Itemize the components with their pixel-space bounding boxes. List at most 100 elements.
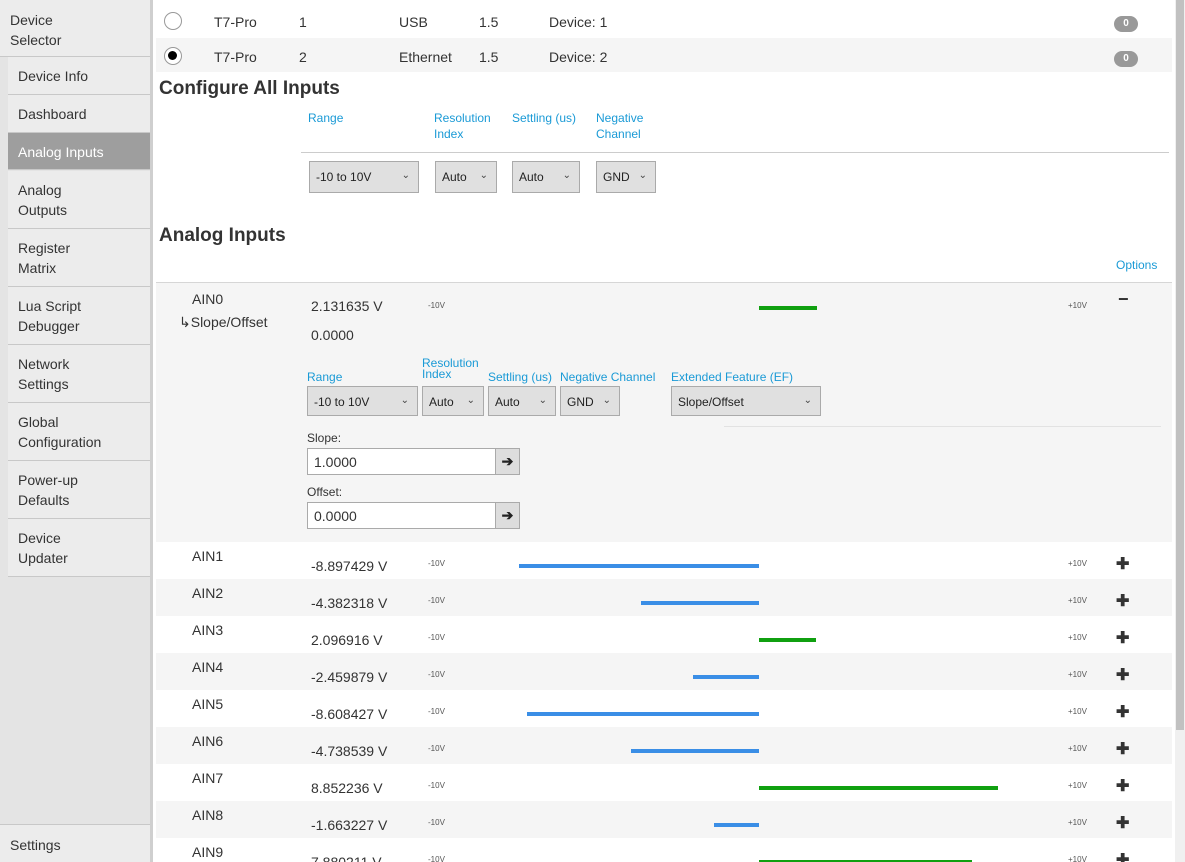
min-tick-label: -10V xyxy=(428,633,445,642)
settling-header[interactable]: Settling (us) xyxy=(488,369,552,385)
expand-plus-icon[interactable]: ✚ xyxy=(1116,554,1129,574)
slope-input-value: 1.0000 xyxy=(314,454,357,470)
sidebar-item-power-up-defaults[interactable]: Power-up Defaults xyxy=(8,461,150,519)
collapse-minus-icon[interactable]: − xyxy=(1118,289,1129,310)
chevron-down-icon: ⌄ xyxy=(538,395,547,406)
ain-row-ain5[interactable]: AIN5 -8.608427 V -10V +10V ✚ xyxy=(156,690,1172,727)
ain0-resolution-select[interactable]: Auto ⌄ xyxy=(422,386,484,416)
ain-name: AIN8 xyxy=(192,807,224,823)
range-select-value: -10 to 10V xyxy=(316,170,372,184)
ain-name: AIN6 xyxy=(192,733,224,749)
ain-value-bar xyxy=(518,564,759,568)
offset-input-value: 0.0000 xyxy=(314,508,357,524)
ain0-range-select[interactable]: -10 to 10V ⌄ xyxy=(307,386,418,416)
ain-row-ain3[interactable]: AIN3 2.096916 V -10V +10V ✚ xyxy=(156,616,1172,653)
chevron-down-icon: ⌄ xyxy=(803,395,812,406)
chevron-down-icon: ⌄ xyxy=(479,170,488,181)
slope-input[interactable]: 1.0000 xyxy=(307,448,496,475)
ain-value: 7.880211 V xyxy=(311,854,382,862)
ain-row-ain7[interactable]: AIN7 8.852236 V -10V +10V ✚ xyxy=(156,764,1172,801)
ain0-ef-select[interactable]: Slope/Offset ⌄ xyxy=(671,386,821,416)
device-radio[interactable] xyxy=(164,47,182,65)
slope-label: Slope: xyxy=(307,431,342,445)
min-tick-label: -10V xyxy=(428,781,445,790)
slope-apply-button[interactable]: ➔ xyxy=(495,448,520,475)
scrollbar[interactable] xyxy=(1175,0,1185,862)
sidebar-item-lua-script-debugger[interactable]: Lua Script Debugger xyxy=(8,287,150,345)
ain-row-ain2[interactable]: AIN2 -4.382318 V -10V +10V ✚ xyxy=(156,579,1172,616)
max-tick-label: +10V xyxy=(1068,670,1087,679)
ain-value: 2.131635 V xyxy=(311,298,383,314)
ain0-negative-channel-select[interactable]: GND ⌄ xyxy=(560,386,620,416)
ain-name: AIN1 xyxy=(192,548,224,564)
resolution-select-value: Auto xyxy=(429,395,454,409)
settling-header[interactable]: Settling (us) xyxy=(512,110,576,126)
min-tick-label: -10V xyxy=(428,855,445,862)
device-row[interactable]: T7-Pro 2 Ethernet 1.5 Device: 2 0 xyxy=(156,38,1172,72)
scrollbar-thumb[interactable] xyxy=(1176,0,1184,730)
sidebar-item-analog-inputs[interactable]: Analog Inputs xyxy=(8,133,150,170)
negative-channel-header[interactable]: Negative Channel xyxy=(596,110,656,142)
min-tick-label: -10V xyxy=(428,301,445,310)
ain-name: AIN3 xyxy=(192,622,224,638)
negative-channel-header[interactable]: Negative Channel xyxy=(560,369,655,385)
resolution-header[interactable]: Resolution Index xyxy=(434,110,504,142)
max-tick-label: +10V xyxy=(1068,818,1087,827)
options-header[interactable]: Options xyxy=(1116,257,1157,273)
resolution-select[interactable]: Auto ⌄ xyxy=(435,161,497,193)
ain-row-ain1[interactable]: AIN1 -8.897429 V -10V +10V ✚ xyxy=(156,542,1172,579)
ain-row-ain4[interactable]: AIN4 -2.459879 V -10V +10V ✚ xyxy=(156,653,1172,690)
expand-plus-icon[interactable]: ✚ xyxy=(1116,628,1129,648)
ain-value: -1.663227 V xyxy=(311,817,388,833)
main-content: T7-Pro 1 USB 1.5 Device: 1 0 T7-Pro 2 Et… xyxy=(156,0,1172,862)
device-row[interactable]: T7-Pro 1 USB 1.5 Device: 1 0 xyxy=(156,3,1172,37)
sidebar-item-device-updater[interactable]: Device Updater xyxy=(8,519,150,577)
expand-plus-icon[interactable]: ✚ xyxy=(1116,739,1129,759)
range-header[interactable]: Range xyxy=(308,110,343,126)
sidebar-item-global-configuration[interactable]: Global Configuration xyxy=(8,403,150,461)
sidebar-item-label: Register Matrix xyxy=(18,240,71,276)
ain-row-ain8[interactable]: AIN8 -1.663227 V -10V +10V ✚ xyxy=(156,801,1172,838)
min-tick-label: -10V xyxy=(428,744,445,753)
ain-row-ain6[interactable]: AIN6 -4.738539 V -10V +10V ✚ xyxy=(156,727,1172,764)
sidebar-item-analog-outputs[interactable]: Analog Outputs xyxy=(8,171,150,229)
ain-row-ain9[interactable]: AIN9 7.880211 V -10V +10V ✚ xyxy=(156,838,1172,862)
ain-value: 2.096916 V xyxy=(311,632,383,648)
ain-value: -4.738539 V xyxy=(311,743,388,759)
expand-plus-icon[interactable]: ✚ xyxy=(1116,702,1129,722)
offset-apply-button[interactable]: ➔ xyxy=(495,502,520,529)
ain-name: AIN0 xyxy=(192,291,224,307)
sidebar-item-register-matrix[interactable]: Register Matrix xyxy=(8,229,150,287)
ain0-expanded-panel: AIN0 ↳Slope/Offset 2.131635 V 0.0000 -10… xyxy=(156,282,1172,542)
range-select[interactable]: -10 to 10V ⌄ xyxy=(309,161,419,193)
expand-plus-icon[interactable]: ✚ xyxy=(1116,850,1129,862)
resolution-header[interactable]: Resolution Index xyxy=(422,357,484,380)
expand-plus-icon[interactable]: ✚ xyxy=(1116,591,1129,611)
ain-value: 8.852236 V xyxy=(311,780,383,796)
expand-plus-icon[interactable]: ✚ xyxy=(1116,665,1129,685)
settling-select-value: Auto xyxy=(519,170,544,184)
max-tick-label: +10V xyxy=(1068,559,1087,568)
sidebar-item-dashboard[interactable]: Dashboard xyxy=(8,95,150,133)
device-connection: Ethernet xyxy=(399,49,452,65)
expand-plus-icon[interactable]: ✚ xyxy=(1116,813,1129,833)
extended-feature-header[interactable]: Extended Feature (EF) xyxy=(671,369,793,385)
expand-plus-icon[interactable]: ✚ xyxy=(1116,776,1129,796)
sidebar-item-network-settings[interactable]: Network Settings xyxy=(8,345,150,403)
sidebar-item-device-info[interactable]: Device Info xyxy=(8,57,150,95)
sidebar-item-label: Lua Script Debugger xyxy=(18,298,82,334)
sidebar-item-settings[interactable]: Settings xyxy=(0,824,150,862)
device-model: T7-Pro xyxy=(214,49,257,65)
range-header[interactable]: Range xyxy=(307,369,342,385)
ain-value-bar xyxy=(526,712,759,716)
device-radio[interactable] xyxy=(164,12,182,30)
device-selector-link[interactable]: Device Selector xyxy=(0,0,150,57)
offset-input[interactable]: 0.0000 xyxy=(307,502,496,529)
settling-select-value: Auto xyxy=(495,395,520,409)
device-name: Device: 2 xyxy=(549,49,608,65)
ain0-settling-select[interactable]: Auto ⌄ xyxy=(488,386,556,416)
max-tick-label: +10V xyxy=(1068,596,1087,605)
settling-select[interactable]: Auto ⌄ xyxy=(512,161,580,193)
analog-inputs-title: Analog Inputs xyxy=(159,225,286,246)
negative-channel-select[interactable]: GND ⌄ xyxy=(596,161,656,193)
